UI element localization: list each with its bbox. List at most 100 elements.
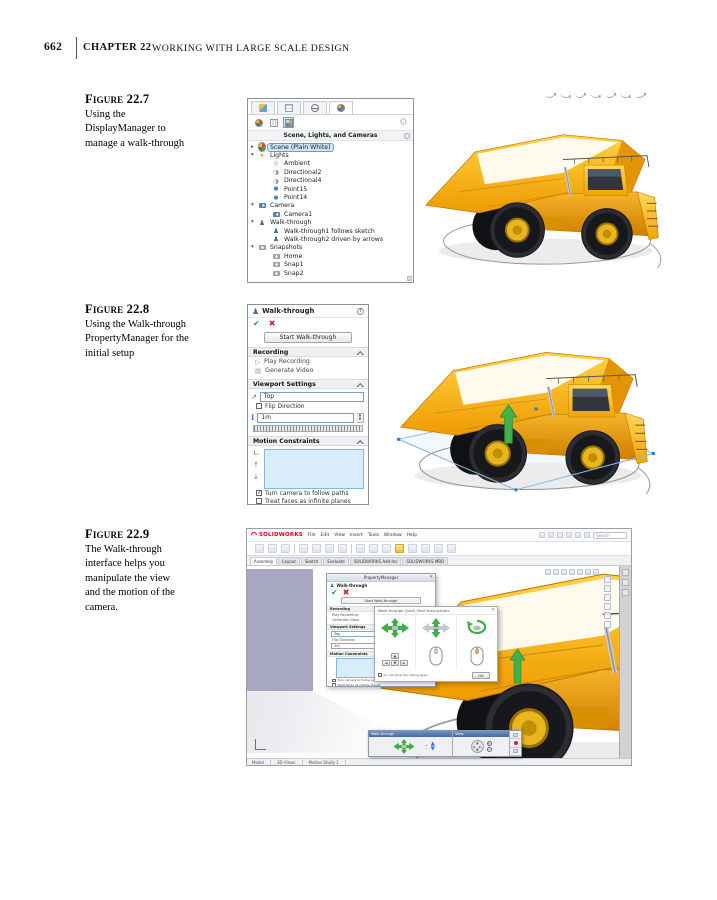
eye-height-input[interactable]: 1m: [257, 413, 354, 423]
up-arrow-icon[interactable]: ↑: [253, 461, 259, 469]
toolbar-icon[interactable]: [325, 544, 334, 553]
tree-item[interactable]: Walk-through2 driven by arrows: [265, 235, 413, 243]
toolbar-icon[interactable]: [338, 544, 347, 553]
cancel-x-icon[interactable]: ✖: [269, 319, 276, 328]
toolbar-icon[interactable]: [312, 544, 321, 553]
ok-button[interactable]: OK: [472, 672, 490, 679]
menu-item[interactable]: Tools: [368, 533, 379, 538]
toolbar-icon[interactable]: [382, 544, 391, 553]
view-orientation-input[interactable]: Top: [260, 392, 364, 402]
record-button[interactable]: [510, 739, 521, 747]
tree-item[interactable]: Snap1: [265, 260, 413, 268]
sketch-tool-icon[interactable]: [559, 90, 570, 99]
view-appearances-button[interactable]: [253, 117, 264, 128]
property-manager-titlebar[interactable]: PropertyManager ✕: [327, 574, 435, 582]
status-tab[interactable]: Model: [252, 760, 271, 765]
expander-icon[interactable]: [251, 203, 256, 208]
open-file-icon[interactable]: [548, 532, 554, 538]
new-file-icon[interactable]: [539, 532, 545, 538]
side-tool-icon[interactable]: [604, 585, 611, 592]
constraint-selection-box[interactable]: [264, 449, 364, 489]
tree-item[interactable]: Point15: [265, 185, 413, 193]
dont-show-checkbox-row[interactable]: Do not show this dialog again: [378, 673, 428, 677]
side-tool-icon[interactable]: [604, 621, 611, 628]
menu-item[interactable]: Window: [384, 533, 402, 538]
zoom-out-icon[interactable]: −: [487, 747, 492, 752]
infinite-planes-checkbox[interactable]: [332, 683, 336, 687]
generate-video-item[interactable]: ▤ Generate Video: [248, 366, 368, 375]
zoom-fit-icon[interactable]: [545, 569, 551, 575]
command-tab[interactable]: Assembly: [250, 557, 277, 565]
gear-icon[interactable]: ⚙: [399, 118, 408, 128]
tree-item[interactable]: Point14: [265, 193, 413, 201]
rebuild-icon[interactable]: [584, 532, 590, 538]
command-tab[interactable]: SOLIDWORKS MBD: [402, 557, 448, 565]
tree-item[interactable]: Ambient: [265, 160, 413, 168]
menu-item[interactable]: Help: [407, 533, 417, 538]
status-tab[interactable]: Motion Study 1: [309, 760, 346, 765]
viewport-settings-group-header[interactable]: Viewport Settings: [248, 379, 368, 389]
property-manager-tab[interactable]: [277, 101, 301, 114]
tree-item[interactable]: Camera1: [265, 210, 413, 218]
toolbar-icon[interactable]: [255, 544, 264, 553]
look-dpad-control[interactable]: ▲▼◄►: [471, 740, 484, 753]
toolbar-icon[interactable]: [408, 544, 417, 553]
zoom-area-icon[interactable]: [553, 569, 559, 575]
height-slider[interactable]: [253, 425, 363, 432]
spinner-control[interactable]: ▲▼: [357, 413, 364, 423]
dont-show-checkbox[interactable]: [378, 673, 382, 677]
refresh-icon[interactable]: [404, 133, 410, 139]
tree-item[interactable]: Camera: [251, 202, 413, 210]
zoom-in-icon[interactable]: +: [487, 741, 492, 746]
snapshot-button[interactable]: [510, 731, 521, 739]
tree-item[interactable]: Scene (Plain White): [251, 143, 413, 151]
close-icon[interactable]: ✕: [429, 575, 433, 580]
undo-icon[interactable]: [575, 532, 581, 538]
command-tab[interactable]: Layout: [278, 557, 300, 565]
feature-manager-tab[interactable]: [251, 101, 275, 114]
view-scene-lights-cameras-button[interactable]: [283, 117, 294, 128]
elevation-arrows-control[interactable]: ▲▼: [431, 742, 435, 752]
tree-item[interactable]: Home: [265, 252, 413, 260]
play-recording-item[interactable]: ▷ Play Recording: [248, 357, 368, 366]
toolbar-icon[interactable]: [268, 544, 277, 553]
expander-icon[interactable]: [251, 220, 256, 225]
settings-button[interactable]: [510, 748, 521, 756]
configuration-manager-tab[interactable]: [303, 101, 327, 114]
sketch-tool-icon[interactable]: [634, 90, 645, 99]
start-walkthrough-button[interactable]: Start Walk-through: [341, 597, 421, 604]
task-pane-icon[interactable]: [622, 579, 629, 586]
sketch-tool-icon[interactable]: [544, 90, 555, 99]
menu-item[interactable]: File: [308, 533, 316, 538]
view-decals-button[interactable]: [268, 117, 279, 128]
up-direction-arrow[interactable]: [510, 644, 525, 688]
search-box[interactable]: Search: [593, 532, 627, 539]
display-manager-tab[interactable]: [329, 101, 353, 114]
infinite-planes-checkbox[interactable]: [256, 498, 262, 504]
follow-paths-checkbox[interactable]: [332, 679, 336, 683]
scrollbar-corner[interactable]: [407, 276, 412, 281]
sketch-tool-icon[interactable]: [589, 90, 600, 99]
help-icon[interactable]: ?: [357, 308, 364, 315]
ok-check-icon[interactable]: ✔: [331, 588, 338, 597]
expander-icon[interactable]: [251, 245, 256, 250]
dialog-titlebar[interactable]: Walk-through Quick Start Instructions ✕: [375, 607, 497, 615]
motion-constraints-group-header[interactable]: Motion Constraints: [248, 436, 368, 446]
menu-item[interactable]: View: [334, 533, 345, 538]
toolbar-icon[interactable]: [281, 544, 290, 553]
tree-item[interactable]: Directional2: [265, 168, 413, 176]
command-tab[interactable]: Sketch: [301, 557, 322, 565]
task-pane-icon[interactable]: [622, 569, 629, 576]
print-icon[interactable]: [566, 532, 572, 538]
toolbar-icon[interactable]: [421, 544, 430, 553]
active-tool-icon[interactable]: [395, 544, 404, 553]
flip-direction-checkbox[interactable]: [256, 403, 262, 409]
save-icon[interactable]: [557, 532, 563, 538]
infinite-planes-checkbox-row[interactable]: Treat faces as infinite planes: [327, 683, 435, 688]
expander-icon[interactable]: [251, 153, 256, 158]
move-arrows-control[interactable]: [386, 739, 422, 754]
command-tab[interactable]: SOLIDWORKS Add-Ins: [350, 557, 401, 565]
ok-check-icon[interactable]: ✔: [253, 319, 260, 328]
hide-show-icon[interactable]: [577, 569, 583, 575]
infinite-planes-checkbox-row[interactable]: Treat faces as infinite planes: [248, 497, 368, 505]
